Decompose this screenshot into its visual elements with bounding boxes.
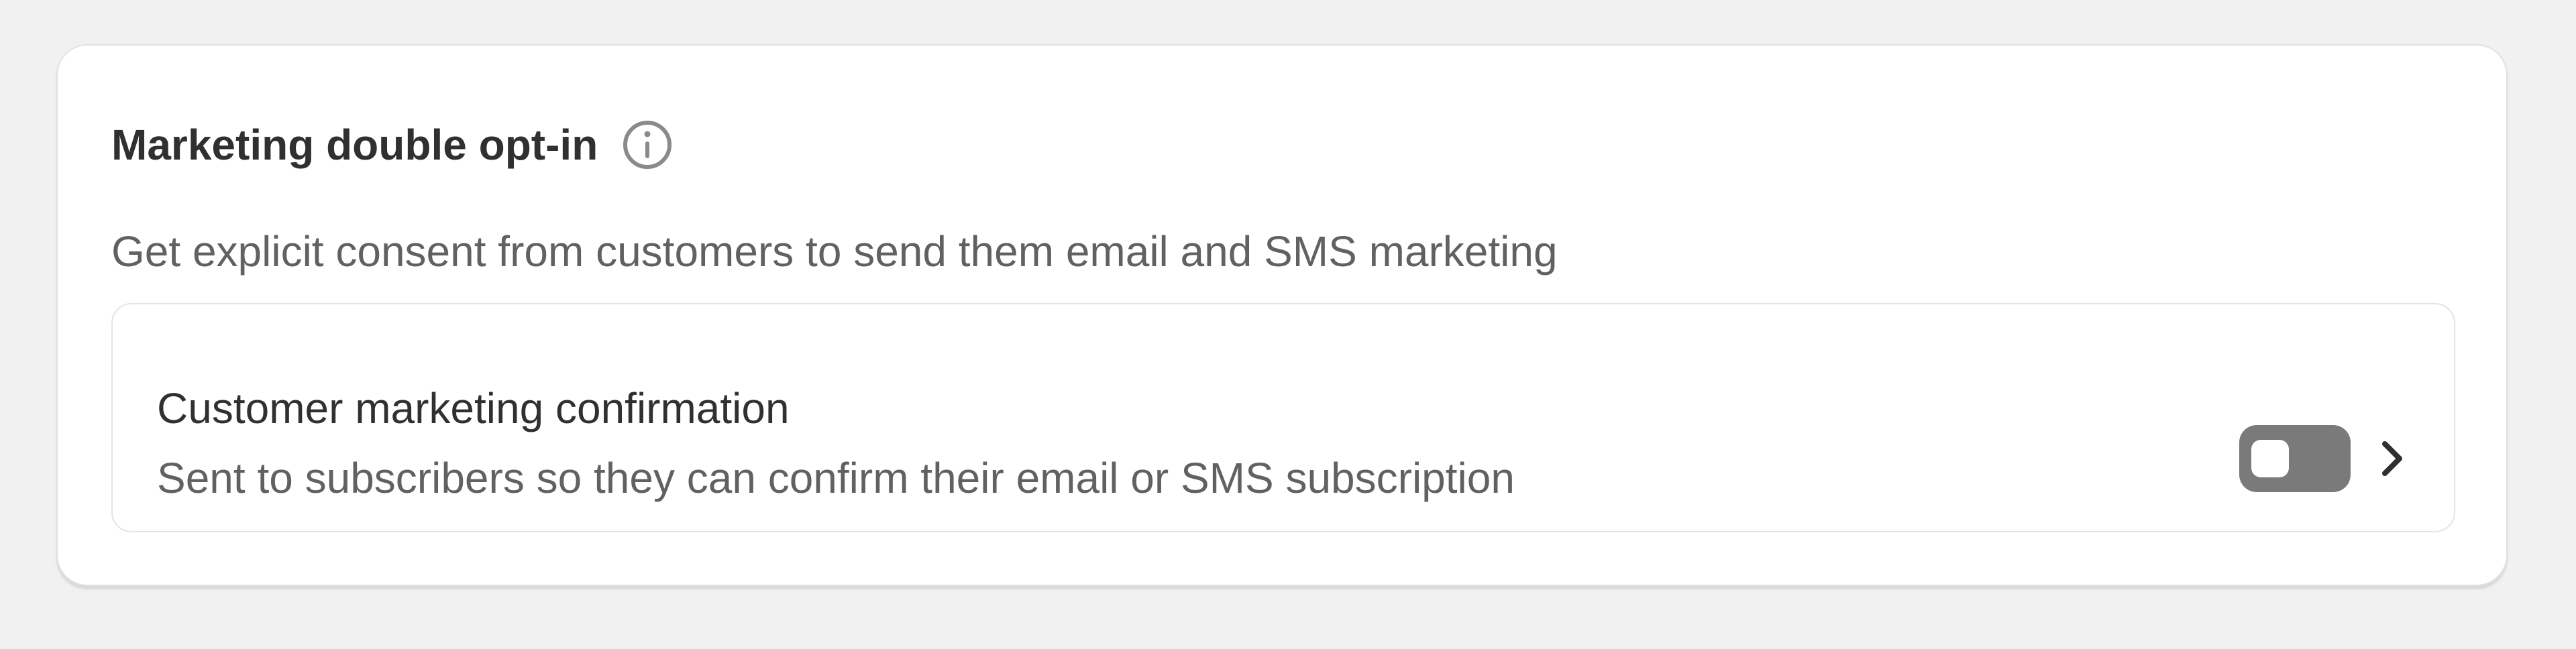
info-icon[interactable] — [622, 119, 673, 170]
card-description: Get explicit consent from customers to s… — [111, 227, 1558, 276]
customer-marketing-confirmation-row[interactable]: Customer marketing confirmation Sent to … — [111, 303, 2455, 532]
setting-subtitle: Sent to subscribers so they can confirm … — [157, 454, 1515, 502]
confirmation-toggle[interactable] — [2239, 425, 2351, 492]
toggle-knob — [2251, 440, 2289, 477]
setting-title: Customer marketing confirmation — [157, 384, 790, 432]
card-header: Marketing double opt-in — [111, 110, 673, 180]
marketing-double-opt-in-card: Marketing double opt-in Get explicit con… — [56, 44, 2508, 586]
chevron-right-icon[interactable] — [2363, 429, 2422, 488]
card-title: Marketing double opt-in — [111, 121, 598, 169]
